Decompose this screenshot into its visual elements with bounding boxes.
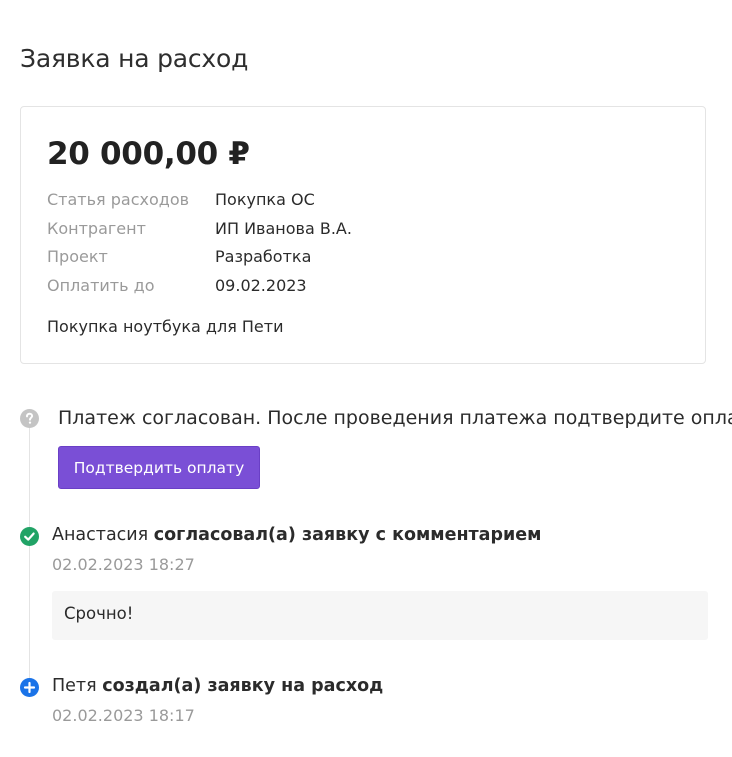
event-action: согласовал(а) заявку с комментарием [153,525,542,545]
check-circle-icon [20,527,39,546]
plus-circle-icon [20,678,39,697]
detail-value: ИП Иванова В.А. [215,218,352,238]
detail-value: 09.02.2023 [215,275,307,295]
detail-value: Разработка [215,247,312,267]
status-message: Платеж согласован. После проведения плат… [58,407,732,429]
request-description: Покупка ноутбука для Пети [47,317,284,336]
event-author: Петя [52,676,97,696]
event-comment: Срочно! [52,591,708,640]
history-event-approved: Анастасия согласовал(а) заявку с коммент… [52,525,541,545]
page-title: Заявка на расход [20,44,249,73]
question-icon [20,409,39,428]
detail-label: Оплатить до [47,275,155,295]
event-action: создал(а) заявку на расход [102,676,384,696]
amount: 20 000,00 ₽ [47,136,250,172]
event-timestamp: 02.02.2023 18:17 [52,706,195,725]
detail-value: Покупка ОС [215,190,315,209]
detail-label: Статья расходов [47,190,190,209]
detail-label: Контрагент [47,218,146,238]
timeline-line [29,428,30,686]
event-timestamp: 02.02.2023 18:27 [52,555,195,574]
confirm-payment-button[interactable]: Подтвердить оплату [58,446,260,489]
history-event-created: Петя создал(а) заявку на расход [52,676,383,696]
event-author: Анастасия [52,525,149,545]
request-card: 20 000,00 ₽ Статья расходов Покупка ОС К… [20,106,706,364]
detail-label: Проект [47,247,108,267]
